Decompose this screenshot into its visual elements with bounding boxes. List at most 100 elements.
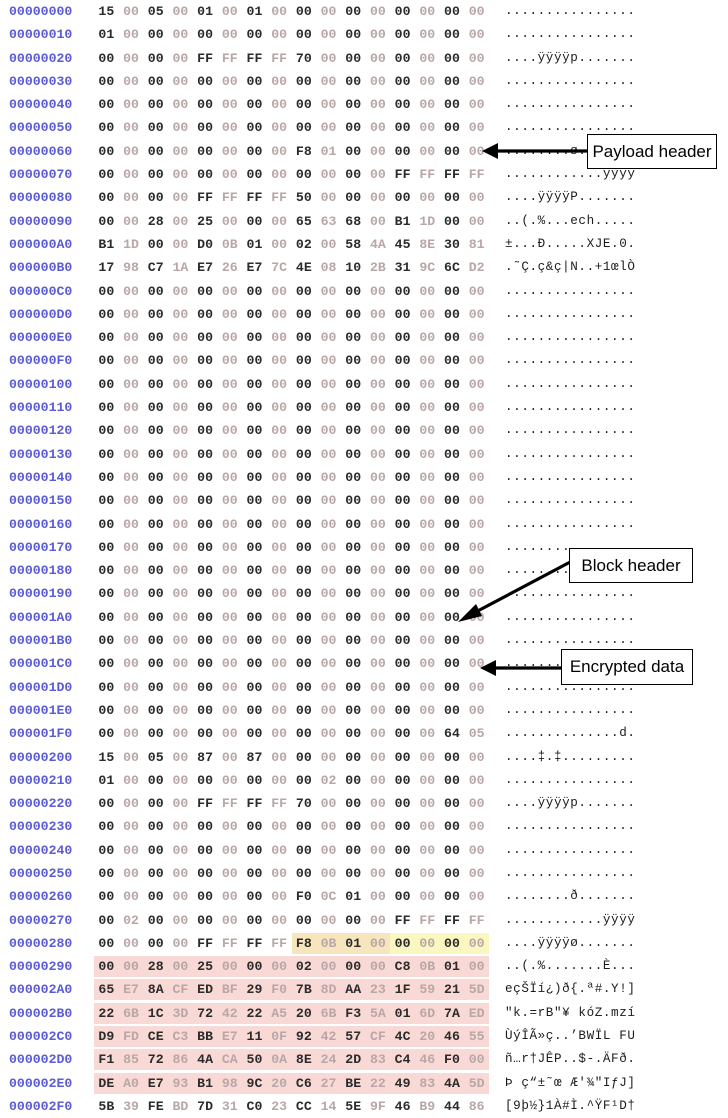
hex-byte[interactable]: 00 (390, 0, 415, 23)
hex-byte[interactable]: 00 (366, 396, 391, 419)
hex-byte[interactable]: 00 (242, 303, 267, 326)
hex-byte[interactable]: 98 (217, 1072, 242, 1095)
hex-byte[interactable]: 00 (292, 699, 317, 722)
hex-byte[interactable]: 00 (267, 559, 292, 582)
hex-byte[interactable]: D2 (464, 256, 489, 279)
hex-byte[interactable]: 00 (366, 862, 391, 885)
hex-byte[interactable]: 00 (341, 140, 366, 163)
hex-byte[interactable]: 00 (415, 466, 440, 489)
hex-byte[interactable]: 00 (119, 559, 144, 582)
hex-byte[interactable]: 00 (366, 23, 391, 46)
hex-byte[interactable]: FF (242, 932, 267, 955)
hex-byte[interactable]: BB (193, 1025, 218, 1048)
hex-byte[interactable]: 00 (292, 396, 317, 419)
hex-byte[interactable]: 00 (341, 676, 366, 699)
hex-byte[interactable]: 00 (168, 303, 193, 326)
hex-byte[interactable]: 00 (341, 699, 366, 722)
hex-byte[interactable]: 00 (440, 466, 465, 489)
hex-byte[interactable]: 00 (316, 93, 341, 116)
hex-byte[interactable]: 00 (415, 536, 440, 559)
hex-row[interactable]: 000002A0 65 E7 8A CF ED BF 29 F0 7B 8D AA 23 1F 59 21 5D… (0, 978, 728, 1001)
hex-byte[interactable]: 00 (267, 70, 292, 93)
hex-byte[interactable]: 00 (316, 815, 341, 838)
hex-byte[interactable]: AA (341, 978, 366, 1001)
hex-byte[interactable]: 00 (341, 769, 366, 792)
hex-byte[interactable]: 00 (341, 606, 366, 629)
hex-byte[interactable]: 50 (292, 186, 317, 209)
hex-row[interactable]: 000000D0 00 00 00 00 00 00 00 00 00 00 00 00 00 00 00 00… (0, 303, 728, 326)
hex-byte[interactable]: 00 (440, 349, 465, 372)
hex-byte[interactable]: 00 (366, 373, 391, 396)
hex-byte[interactable]: 00 (94, 885, 119, 908)
hex-byte[interactable]: 00 (168, 536, 193, 559)
hex-byte[interactable]: 00 (415, 722, 440, 745)
ascii-column[interactable]: ..(.%...ech..... (505, 210, 636, 233)
hex-byte[interactable]: 31 (390, 256, 415, 279)
hex-byte[interactable]: 00 (292, 722, 317, 745)
hex-byte[interactable]: 00 (217, 769, 242, 792)
hex-byte[interactable]: 00 (119, 722, 144, 745)
hex-byte[interactable]: 31 (217, 1095, 242, 1118)
hex-byte[interactable]: 00 (390, 513, 415, 536)
hex-byte[interactable]: 00 (119, 326, 144, 349)
ascii-column[interactable]: ................ (505, 419, 636, 442)
hex-byte[interactable]: 00 (267, 955, 292, 978)
hex-byte[interactable]: 00 (415, 769, 440, 792)
hex-byte[interactable]: 00 (193, 559, 218, 582)
hex-row[interactable]: 00000000 15 00 05 00 01 00 01 00 00 00 00 00 00 00 00 00… (0, 0, 728, 23)
hex-byte[interactable]: 00 (415, 396, 440, 419)
hex-byte[interactable]: 00 (168, 419, 193, 442)
hex-byte[interactable]: FF (440, 909, 465, 932)
hex-row[interactable]: 00000140 00 00 00 00 00 00 00 00 00 00 00 00 00 00 00 00… (0, 466, 728, 489)
hex-byte[interactable]: 00 (390, 186, 415, 209)
hex-byte[interactable]: 00 (94, 932, 119, 955)
hex-byte[interactable]: 00 (193, 862, 218, 885)
hex-byte[interactable]: 00 (341, 815, 366, 838)
hex-byte[interactable]: 00 (143, 93, 168, 116)
hex-byte[interactable]: 00 (267, 303, 292, 326)
hex-byte[interactable]: 00 (341, 373, 366, 396)
hex-byte[interactable]: 00 (267, 839, 292, 862)
hex-byte[interactable]: 00 (94, 652, 119, 675)
hex-byte[interactable]: FF (390, 909, 415, 932)
hex-byte[interactable]: 86 (168, 1048, 193, 1071)
hex-byte[interactable]: 64 (440, 722, 465, 745)
hex-byte[interactable]: 00 (440, 815, 465, 838)
hex-byte[interactable]: 00 (168, 489, 193, 512)
hex-byte[interactable]: 00 (440, 140, 465, 163)
hex-byte[interactable]: 72 (193, 1002, 218, 1025)
hex-byte[interactable]: 00 (341, 280, 366, 303)
hex-byte[interactable]: 00 (94, 47, 119, 70)
hex-byte[interactable]: 00 (440, 792, 465, 815)
hex-byte[interactable]: 00 (143, 792, 168, 815)
hex-byte[interactable]: 00 (193, 466, 218, 489)
ascii-column[interactable]: ............ÿÿÿÿ (505, 909, 636, 932)
hex-byte[interactable]: 00 (390, 326, 415, 349)
hex-byte[interactable]: 00 (341, 186, 366, 209)
hex-byte[interactable]: 00 (193, 349, 218, 372)
hex-byte[interactable]: 00 (415, 70, 440, 93)
hex-byte[interactable]: 00 (168, 722, 193, 745)
hex-byte[interactable]: 00 (217, 349, 242, 372)
hex-byte[interactable]: 20 (415, 1025, 440, 1048)
hex-byte[interactable]: 00 (366, 909, 391, 932)
ascii-column[interactable]: ................ (505, 396, 636, 419)
hex-byte[interactable]: 00 (415, 116, 440, 139)
ascii-column[interactable]: ................ (505, 513, 636, 536)
hex-byte[interactable]: 00 (119, 443, 144, 466)
hex-byte[interactable]: 00 (292, 629, 317, 652)
hex-byte[interactable]: 00 (168, 0, 193, 23)
hex-byte[interactable]: 28 (143, 955, 168, 978)
hex-byte[interactable]: 00 (440, 652, 465, 675)
hex-byte[interactable]: 00 (366, 815, 391, 838)
hex-byte[interactable]: 00 (390, 116, 415, 139)
hex-byte[interactable]: 00 (415, 629, 440, 652)
hex-byte[interactable]: 00 (94, 116, 119, 139)
hex-byte[interactable]: 00 (366, 652, 391, 675)
hex-byte[interactable]: 00 (464, 466, 489, 489)
hex-byte[interactable]: 00 (193, 629, 218, 652)
hex-byte[interactable]: 0A (267, 1048, 292, 1071)
hex-byte[interactable]: 01 (341, 932, 366, 955)
hex-byte[interactable]: 00 (94, 326, 119, 349)
hex-byte[interactable]: 00 (94, 466, 119, 489)
